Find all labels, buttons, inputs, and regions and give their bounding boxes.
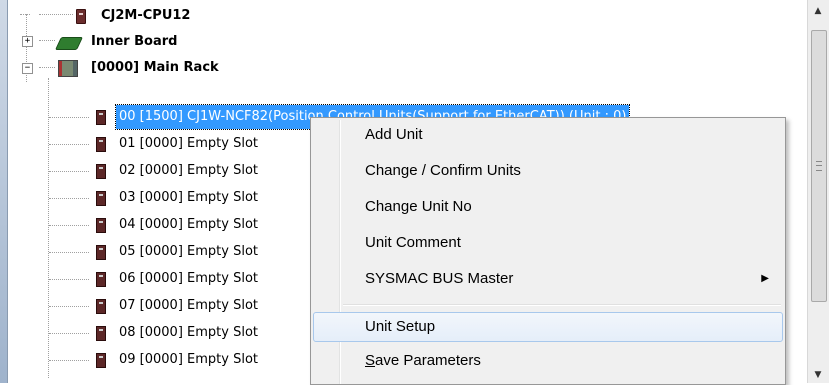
menu-item-sysmac-bus-master[interactable]: SYSMAC BUS Master ▶	[313, 264, 783, 294]
tree-item-slot-label: 09 [0000] Empty Slot	[119, 352, 259, 367]
scrollbar-thumb[interactable]	[811, 30, 827, 302]
menu-item-label: SYSMAC BUS Master	[365, 270, 514, 287]
tree-line	[39, 67, 55, 68]
unit-icon	[96, 218, 106, 233]
tree-line	[49, 144, 89, 145]
tree-line	[49, 225, 89, 226]
tree-item-slot-label: 08 [0000] Empty Slot	[119, 325, 259, 340]
menu-item-save-parameters[interactable]: Save Parameters	[313, 346, 783, 376]
menu-separator	[343, 304, 781, 306]
menu-item-change-confirm-units[interactable]: Change / Confirm Units	[313, 156, 783, 186]
tree-item-slot-label: 07 [0000] Empty Slot	[119, 298, 259, 313]
expand-inner-board-toggle[interactable]: +	[22, 36, 33, 47]
tree-line	[39, 40, 55, 41]
unit-icon	[96, 245, 106, 260]
tree-item-slot-label: 05 [0000] Empty Slot	[119, 244, 259, 259]
tree-line	[49, 306, 89, 307]
tree-item-slot-label: 02 [0000] Empty Slot	[119, 163, 259, 178]
unit-icon	[96, 110, 106, 125]
grip-icon	[816, 161, 822, 171]
tree-item-main-rack[interactable]: [0000] Main Rack	[58, 56, 358, 80]
menu-item-accel-key: S	[365, 352, 376, 369]
unit-icon	[96, 353, 106, 368]
menu-item-change-unit-no[interactable]: Change Unit No	[313, 192, 783, 222]
tree-line	[49, 360, 89, 361]
tree-item-cpu[interactable]: CJ2M-CPU12	[76, 4, 388, 28]
unit-icon	[96, 299, 106, 314]
menu-item-label: ave Parameters	[375, 352, 481, 369]
tree-line	[39, 14, 73, 15]
tree-line	[49, 333, 89, 334]
tree-line	[49, 198, 89, 199]
context-menu: Add Unit Change / Confirm Units Change U…	[310, 117, 786, 385]
vertical-scrollbar[interactable]: ▲ ▼	[807, 0, 829, 383]
rack-icon	[58, 60, 78, 77]
tree-item-slot-label: 04 [0000] Empty Slot	[119, 217, 259, 232]
tree-item-slot-label: 06 [0000] Empty Slot	[119, 271, 259, 286]
tree-line	[49, 252, 89, 253]
unit-icon	[96, 137, 106, 152]
unit-icon	[96, 164, 106, 179]
submenu-arrow-icon: ▶	[761, 273, 769, 284]
scroll-up-arrow-icon[interactable]: ▲	[810, 3, 826, 19]
tree-item-main-rack-label: [0000] Main Rack	[91, 60, 219, 75]
tree-item-inner-board-label: Inner Board	[91, 34, 178, 49]
window-edge	[0, 0, 8, 383]
cpu-icon	[76, 9, 86, 24]
tree-item-slot-label: 03 [0000] Empty Slot	[119, 190, 259, 205]
tree-line	[49, 279, 89, 280]
unit-icon	[96, 326, 106, 341]
unit-icon	[96, 272, 106, 287]
menu-item-add-unit[interactable]: Add Unit	[313, 120, 783, 150]
tree-item-inner-board[interactable]: Inner Board	[54, 30, 368, 54]
menu-item-unit-setup[interactable]: Unit Setup	[313, 312, 783, 342]
unit-icon	[96, 191, 106, 206]
tree-line	[49, 171, 89, 172]
tree-item-slot-label: 01 [0000] Empty Slot	[119, 136, 259, 151]
scroll-down-arrow-icon[interactable]: ▼	[810, 367, 826, 383]
collapse-main-rack-toggle[interactable]: −	[22, 63, 33, 74]
tree-item-cpu-label: CJ2M-CPU12	[101, 8, 191, 23]
tree-line	[20, 14, 30, 15]
inner-board-icon	[54, 37, 84, 50]
menu-item-unit-comment[interactable]: Unit Comment	[313, 228, 783, 258]
tree-line	[49, 117, 89, 118]
